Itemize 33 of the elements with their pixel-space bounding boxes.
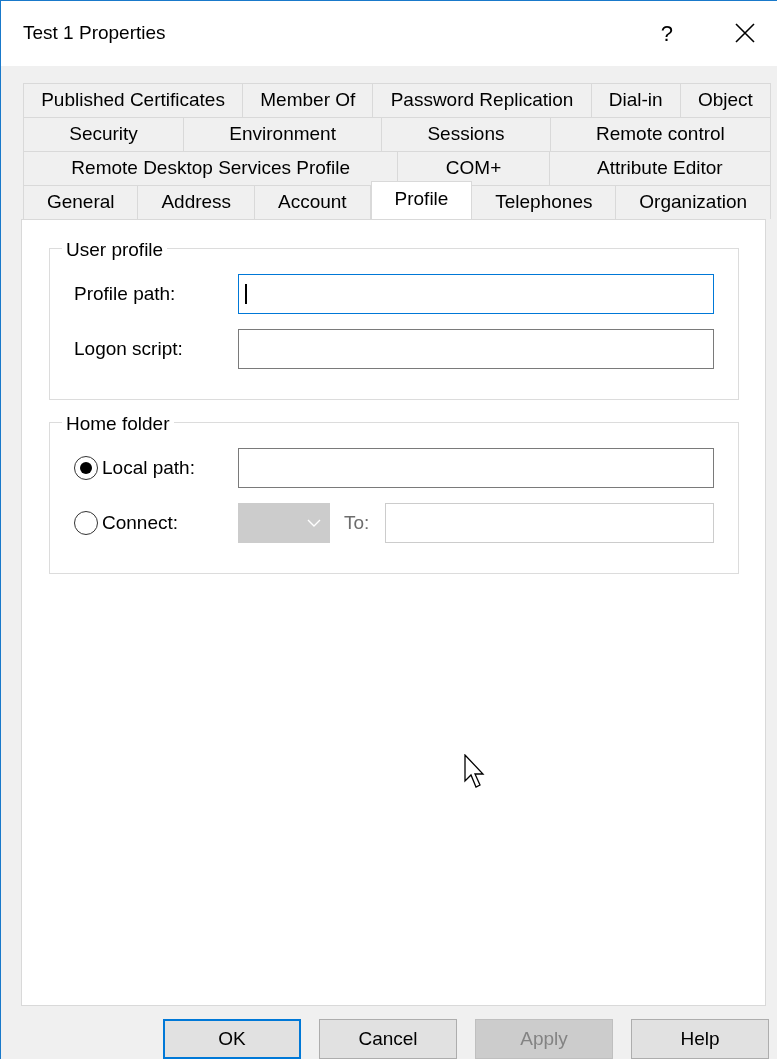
- input-field[interactable]: [238, 448, 714, 489]
- tab[interactable]: Password Replication: [373, 82, 592, 117]
- input-field[interactable]: [238, 274, 714, 315]
- radio-label[interactable]: Local path:: [102, 454, 195, 483]
- tab[interactable]: Published Certificates: [23, 82, 244, 117]
- tab[interactable]: Security: [23, 116, 185, 151]
- tab[interactable]: Address: [138, 184, 256, 219]
- tab[interactable]: Organization: [616, 184, 771, 219]
- dialog-button[interactable]: Help: [631, 1019, 769, 1059]
- tab[interactable]: COM+: [398, 150, 550, 185]
- tab[interactable]: Attribute Editor: [549, 150, 771, 185]
- dialog-button[interactable]: Cancel: [319, 1019, 457, 1059]
- tab[interactable]: Profile: [370, 180, 473, 219]
- tab[interactable]: Telephones: [472, 184, 617, 219]
- input-field[interactable]: [385, 503, 714, 544]
- help-button[interactable]: ?: [660, 16, 673, 50]
- tab[interactable]: Member Of: [243, 82, 374, 117]
- chevron-down-icon: [307, 519, 321, 528]
- field-label: Logon script:: [74, 337, 184, 362]
- tab[interactable]: Object: [680, 82, 771, 117]
- tab[interactable]: Remote control: [550, 116, 771, 151]
- window-title: Test 1 Properties: [23, 21, 167, 46]
- close-icon[interactable]: [735, 23, 755, 44]
- tab[interactable]: Remote Desktop Services Profile: [23, 150, 399, 185]
- tab[interactable]: Environment: [184, 116, 383, 151]
- to-label: To:: [344, 511, 370, 536]
- tab[interactable]: Dial-in: [591, 82, 681, 117]
- dialog-button[interactable]: OK: [163, 1019, 301, 1059]
- tab[interactable]: General: [23, 184, 139, 219]
- tab[interactable]: Account: [255, 184, 371, 219]
- field-label: Profile path:: [74, 282, 177, 307]
- input-field[interactable]: [238, 329, 714, 370]
- tab[interactable]: Sessions: [382, 116, 551, 151]
